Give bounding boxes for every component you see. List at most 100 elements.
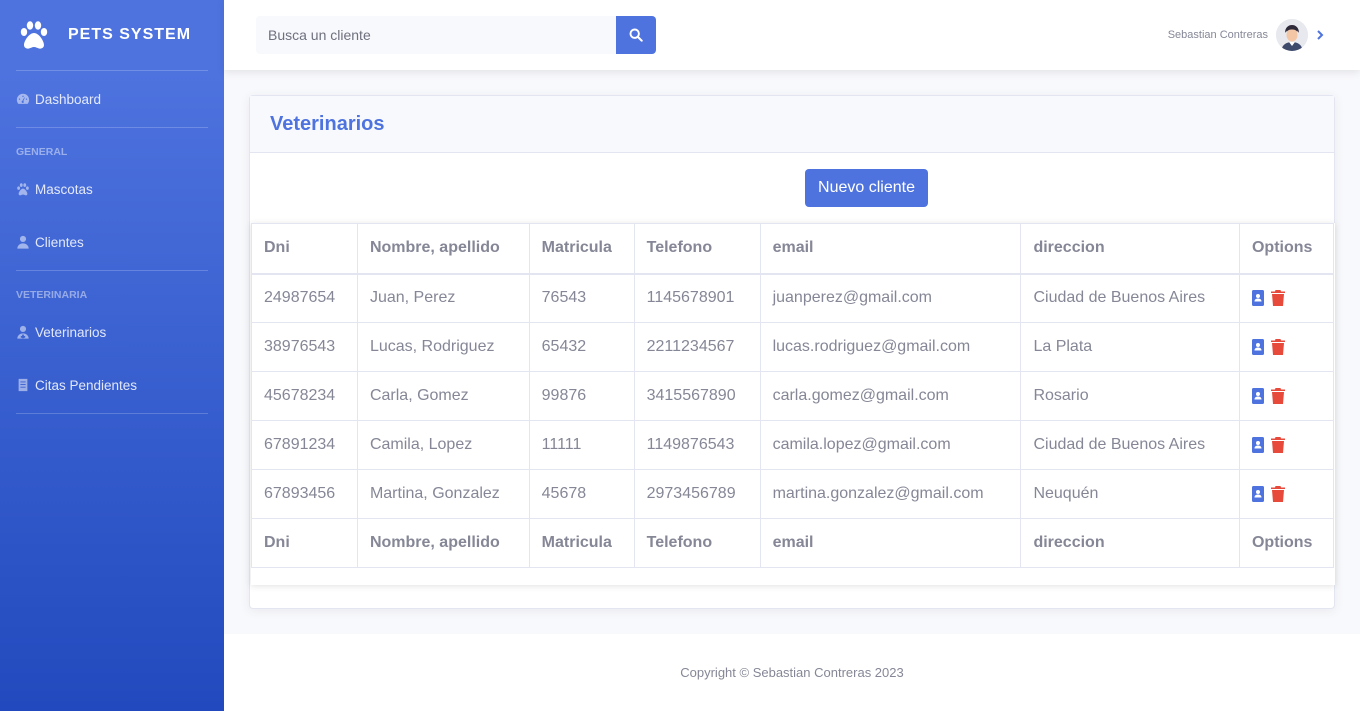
column-footer: Matricula <box>528 518 635 568</box>
card-header: Veterinarios <box>250 96 1334 153</box>
cell-direccion: Neuquén <box>1020 469 1240 519</box>
new-client-button[interactable]: Nuevo cliente <box>805 169 928 207</box>
cell-name: Juan, Perez <box>356 273 530 323</box>
column-header: direccion <box>1020 223 1240 275</box>
sidebar-item-clientes[interactable]: Clientes <box>0 214 224 270</box>
veterinarios-card: Veterinarios Nuevo cliente Dni Nombre, a… <box>249 95 1335 609</box>
cell-email: lucas.rodriguez@gmail.com <box>759 322 1022 372</box>
search-button[interactable] <box>616 16 656 54</box>
page-title: Veterinarios <box>270 112 385 135</box>
column-header: Dni <box>251 223 358 275</box>
sidebar-item-dashboard[interactable]: Dashboard <box>0 71 224 127</box>
cell-options <box>1238 469 1335 519</box>
cell-dni: 67893456 <box>251 469 358 519</box>
footer: Copyright © Sebastian Contreras 2023 <box>224 634 1360 711</box>
column-footer: email <box>759 518 1022 568</box>
list-icon <box>18 378 28 392</box>
sidebar-item-label: Clientes <box>35 234 84 250</box>
sidebar-item-veterinarios[interactable]: Veterinarios <box>0 307 224 357</box>
contact-card-icon[interactable] <box>1251 339 1264 355</box>
veterinarios-table: Dni Nombre, apellido Matricula Telefono … <box>251 223 1335 568</box>
brand[interactable]: PETS SYSTEM <box>0 0 224 70</box>
user-menu[interactable]: Sebastian Contreras <box>1168 19 1324 51</box>
cell-name: Carla, Gomez <box>356 371 530 421</box>
table-row: 45678234 Carla, Gomez 99876 3415567890 c… <box>251 371 1335 421</box>
sidebar-item-label: Citas Pendientes <box>35 377 138 393</box>
sidebar-item-label: Dashboard <box>35 91 102 107</box>
chevron-right-icon[interactable] <box>1316 30 1324 40</box>
search-bar <box>256 16 656 54</box>
contact-card-icon[interactable] <box>1251 388 1264 404</box>
cell-telefono: 3415567890 <box>633 371 761 421</box>
cell-matricula: 11111 <box>528 420 635 470</box>
cell-telefono: 1149876543 <box>633 420 761 470</box>
table-row: 38976543 Lucas, Rodriguez 65432 22112345… <box>251 322 1335 372</box>
search-input[interactable] <box>256 16 616 54</box>
cell-matricula: 65432 <box>528 322 635 372</box>
cell-direccion: Ciudad de Buenos Aires <box>1020 273 1240 323</box>
cell-options <box>1238 371 1335 421</box>
cell-dni: 24987654 <box>251 273 358 323</box>
cell-matricula: 45678 <box>528 469 635 519</box>
cell-matricula: 99876 <box>528 371 635 421</box>
paw-icon <box>20 21 48 49</box>
cell-matricula: 76543 <box>528 273 635 323</box>
avatar-image <box>1276 19 1308 51</box>
table-row: 67891234 Camila, Lopez 11111 1149876543 … <box>251 420 1335 470</box>
sidebar-divider <box>16 413 208 414</box>
user-doctor-icon <box>17 325 29 339</box>
user-name: Sebastian Contreras <box>1167 29 1268 41</box>
tachometer-icon <box>16 93 30 104</box>
column-footer: Options <box>1238 518 1335 568</box>
column-header: email <box>759 223 1022 275</box>
table-header-row: Dni Nombre, apellido Matricula Telefono … <box>251 223 1335 275</box>
cell-telefono: 2973456789 <box>633 469 761 519</box>
copyright-text: Copyright © Sebastian Contreras 2023 <box>680 665 904 680</box>
trash-icon[interactable] <box>1270 290 1285 307</box>
trash-icon[interactable] <box>1270 486 1285 502</box>
cell-name: Martina, Gonzalez <box>356 469 530 519</box>
cell-email: juanperez@gmail.com <box>759 273 1022 323</box>
user-icon <box>17 235 29 249</box>
column-header: Nombre, apellido <box>356 223 530 275</box>
avatar[interactable] <box>1276 19 1308 51</box>
column-footer: direccion <box>1020 518 1240 568</box>
column-footer: Telefono <box>633 518 761 568</box>
sidebar-heading-general: GENERAL <box>16 146 68 158</box>
column-header: Options <box>1238 223 1335 275</box>
paw-icon <box>17 183 29 196</box>
table-row: 67893456 Martina, Gonzalez 45678 2973456… <box>251 469 1335 519</box>
column-header: Matricula <box>528 223 635 275</box>
cell-direccion: La Plata <box>1020 322 1240 372</box>
cell-dni: 38976543 <box>251 322 358 372</box>
cell-email: martina.gonzalez@gmail.com <box>759 469 1022 519</box>
sidebar: PETS SYSTEM Dashboard GENERAL Mascotas C… <box>0 0 224 711</box>
table-footer-row: Dni Nombre, apellido Matricula Telefono … <box>251 518 1335 568</box>
contact-card-icon[interactable] <box>1251 437 1264 453</box>
table-row: 24987654 Juan, Perez 76543 1145678901 ju… <box>251 273 1335 323</box>
trash-icon[interactable] <box>1270 339 1285 355</box>
column-footer: Nombre, apellido <box>356 518 530 568</box>
sidebar-heading-veterinaria: VETERINARIA <box>16 289 88 301</box>
cell-direccion: Ciudad de Buenos Aires <box>1020 420 1240 470</box>
cell-email: camila.lopez@gmail.com <box>759 420 1022 470</box>
cell-name: Lucas, Rodriguez <box>356 322 530 372</box>
cell-options <box>1238 420 1335 470</box>
trash-icon[interactable] <box>1270 388 1285 404</box>
cell-email: carla.gomez@gmail.com <box>759 371 1022 421</box>
brand-name: PETS SYSTEM <box>68 26 192 43</box>
contact-card-icon[interactable] <box>1251 290 1264 307</box>
trash-icon[interactable] <box>1270 437 1285 453</box>
cell-options <box>1238 322 1335 372</box>
search-icon <box>629 28 643 42</box>
cell-telefono: 1145678901 <box>633 273 761 323</box>
cell-dni: 67891234 <box>251 420 358 470</box>
sidebar-item-label: Mascotas <box>35 181 93 197</box>
cell-name: Camila, Lopez <box>356 420 530 470</box>
contact-card-icon[interactable] <box>1251 486 1264 502</box>
column-header: Telefono <box>633 223 761 275</box>
table-container: Dni Nombre, apellido Matricula Telefono … <box>251 223 1335 585</box>
cell-telefono: 2211234567 <box>633 322 761 372</box>
sidebar-item-citas-pendientes[interactable]: Citas Pendientes <box>0 357 224 413</box>
sidebar-item-mascotas[interactable]: Mascotas <box>0 164 224 214</box>
